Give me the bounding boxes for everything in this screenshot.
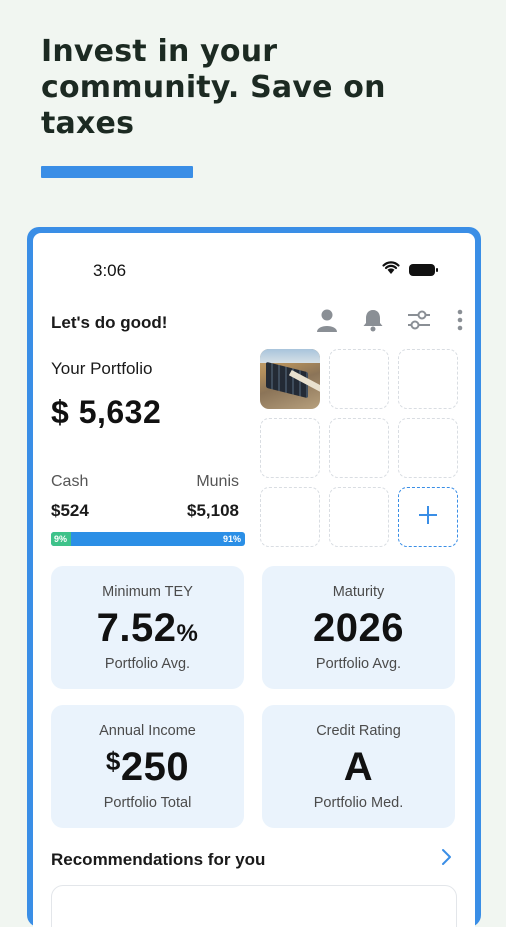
holding-thumbnail[interactable] <box>260 349 320 409</box>
status-icons <box>381 259 438 280</box>
recommendation-card[interactable] <box>51 885 457 927</box>
add-holding-button[interactable] <box>398 487 458 547</box>
wifi-icon <box>381 259 401 280</box>
maturity-card[interactable]: Maturity 2026 Portfolio Avg. <box>262 566 455 689</box>
app-screen: 3:06 Let's do good! Your Portfolio $ 5,6… <box>33 233 475 927</box>
annual-income-value: $250 <box>105 745 190 789</box>
cash-value: $524 <box>51 501 89 520</box>
allocation-cash-segment: 9% <box>51 532 72 546</box>
munis-pct: 91% <box>222 534 241 544</box>
allocation-munis-segment: 91% <box>71 532 245 546</box>
battery-icon <box>409 263 438 276</box>
greeting: Let's do good! <box>51 313 168 332</box>
min-tey-label: Minimum TEY <box>102 584 193 600</box>
min-tey-sub: Portfolio Avg. <box>104 656 191 672</box>
chevron-right-icon[interactable] <box>439 847 453 872</box>
header-actions <box>293 307 465 333</box>
empty-slot <box>329 349 389 409</box>
portfolio-label: Your Portfolio <box>51 359 153 378</box>
empty-slot <box>260 487 320 547</box>
empty-slot <box>398 418 458 478</box>
recommendations-title: Recommendations for you <box>51 850 266 869</box>
credit-rating-value: A <box>343 745 374 789</box>
empty-slot <box>398 349 458 409</box>
allocation-bar: 9% 91% <box>51 532 245 546</box>
maturity-sub: Portfolio Avg. <box>315 656 402 672</box>
empty-slot <box>329 487 389 547</box>
more-vert-icon[interactable] <box>455 307 465 333</box>
maturity-value: 2026 <box>313 606 404 650</box>
annual-income-label: Annual Income <box>99 723 196 739</box>
cash-pct: 9% <box>54 534 68 544</box>
cash-label: Cash <box>51 473 89 490</box>
headline: Invest in your community. Save on taxes <box>41 34 386 141</box>
profile-icon[interactable] <box>315 307 339 333</box>
accent-bar <box>41 166 193 178</box>
bell-icon[interactable] <box>361 307 385 333</box>
portfolio-value: $ 5,632 <box>51 394 162 430</box>
empty-slot <box>260 418 320 478</box>
status-time: 3:06 <box>93 261 127 280</box>
maturity-label: Maturity <box>332 584 385 600</box>
holdings-grid <box>260 349 458 547</box>
credit-rating-card[interactable]: Credit Rating A Portfolio Med. <box>262 705 455 828</box>
filter-sliders-icon[interactable] <box>407 307 431 333</box>
min-tey-value: 7.52% <box>96 606 199 650</box>
min-tey-card[interactable]: Minimum TEY 7.52% Portfolio Avg. <box>51 566 244 689</box>
annual-income-sub: Portfolio Total <box>103 795 192 811</box>
munis-label: Munis <box>196 473 239 490</box>
phone-frame: 3:06 Let's do good! Your Portfolio $ 5,6… <box>27 227 481 927</box>
credit-rating-label: Credit Rating <box>316 723 401 739</box>
empty-slot <box>329 418 389 478</box>
annual-income-card[interactable]: Annual Income $250 Portfolio Total <box>51 705 244 828</box>
credit-rating-sub: Portfolio Med. <box>313 795 404 811</box>
munis-value: $5,108 <box>187 501 239 520</box>
plus-icon <box>417 504 439 531</box>
